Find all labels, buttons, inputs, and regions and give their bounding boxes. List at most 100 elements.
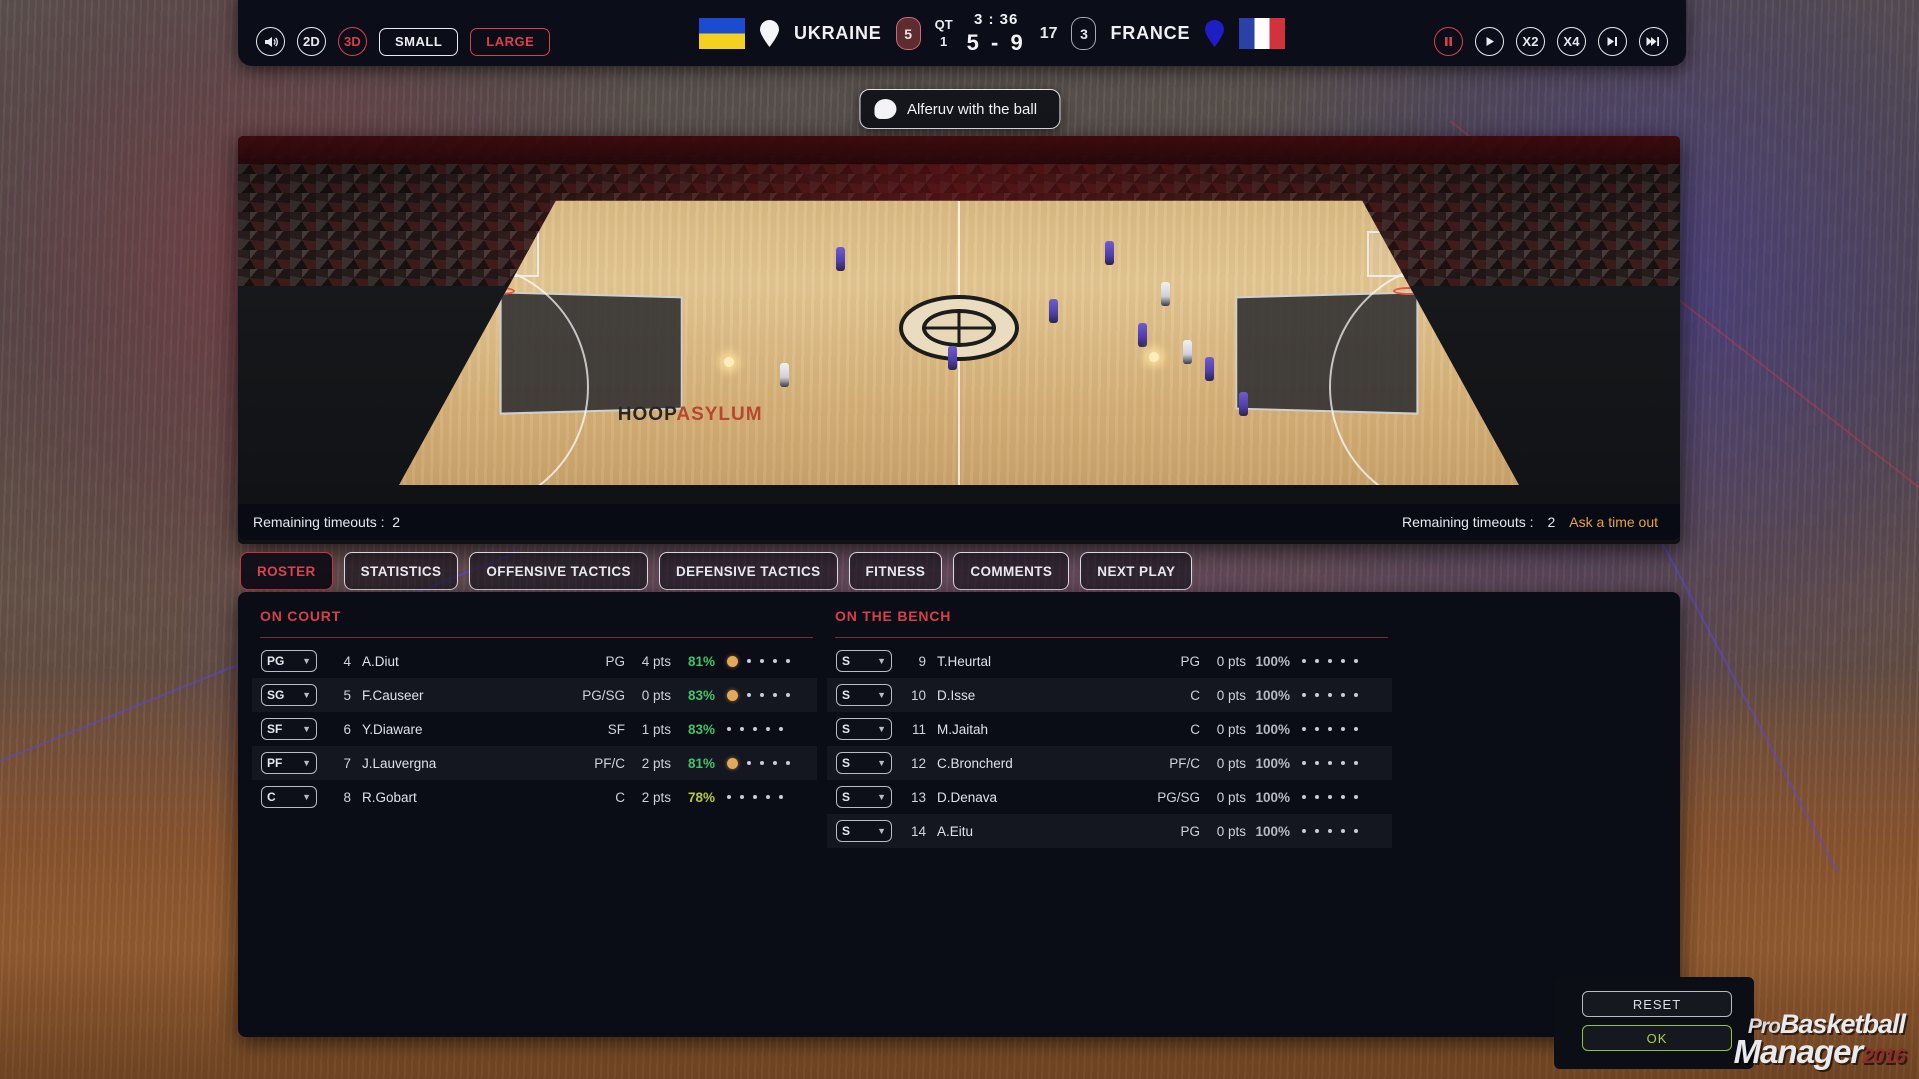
on-court-list: PG ▼ 4 A.Diut PG 4 pts 81% SG ▼ 5 F.Causeer PG/SG 0 … <box>252 644 817 814</box>
away-timeouts-value: 2 <box>1548 514 1556 530</box>
speed-x2-button[interactable]: X2 <box>1516 27 1545 56</box>
foul-dot <box>1354 659 1358 663</box>
tab-offensive-tactics[interactable]: OFFENSIVE TACTICS <box>469 552 648 590</box>
roster-row[interactable]: S ▼ 13 D.Denava PG/SG 0 pts 100% <box>827 780 1392 814</box>
player-name: Y.Diaware <box>362 722 573 737</box>
position-select-value: SG <box>267 688 284 702</box>
foul-dot <box>766 727 770 731</box>
player-position: PG/SG <box>573 688 625 703</box>
floor-text-black: HOOP <box>618 404 677 425</box>
ask-timeout-button[interactable]: Ask a time out <box>1569 514 1658 530</box>
foul-dot <box>1341 727 1345 731</box>
player-fitness: 81% <box>671 654 715 669</box>
position-select[interactable]: S ▼ <box>836 786 892 808</box>
chevron-down-icon: ▼ <box>877 758 886 768</box>
roster-row[interactable]: SF ▼ 6 Y.Diaware SF 1 pts 83% <box>252 712 817 746</box>
roster-row[interactable]: SG ▼ 5 F.Causeer PG/SG 0 pts 83% <box>252 678 817 712</box>
tab-next-play[interactable]: NEXT PLAY <box>1080 552 1192 590</box>
size-small-button[interactable]: SMALL <box>379 28 458 56</box>
tab-defensive-tactics[interactable]: DEFENSIVE TACTICS <box>659 552 838 590</box>
next-action-button[interactable] <box>1598 27 1627 56</box>
player-position: C <box>1148 688 1200 703</box>
player-position: SF <box>573 722 625 737</box>
roster-row[interactable]: S ▼ 10 D.Isse C 0 pts 100% <box>827 678 1392 712</box>
away-team-name: FRANCE <box>1110 23 1190 44</box>
tab-comments[interactable]: COMMENTS <box>953 552 1069 590</box>
tab-fitness[interactable]: FITNESS <box>849 552 943 590</box>
player-marker <box>1205 357 1214 381</box>
foul-dot <box>753 727 757 731</box>
foul-dot <box>1354 727 1358 731</box>
foul-indicators <box>1302 727 1386 731</box>
foul-indicators <box>727 758 811 769</box>
player-points: 0 pts <box>1200 722 1246 737</box>
foul-dot <box>1341 693 1345 697</box>
position-select[interactable]: PF ▼ <box>261 752 317 774</box>
position-select[interactable]: S ▼ <box>836 718 892 740</box>
player-name: A.Diut <box>362 654 573 669</box>
ok-button[interactable]: OK <box>1582 1025 1732 1051</box>
tab-roster[interactable]: ROSTER <box>240 552 333 590</box>
reset-button[interactable]: RESET <box>1582 991 1732 1017</box>
foul-dot <box>747 761 751 765</box>
floor-sponsor-text: HOOPASYLUM <box>618 404 763 426</box>
player-fitness: 100% <box>1246 824 1290 839</box>
foul-dot <box>760 761 764 765</box>
player-number: 9 <box>900 654 926 669</box>
foul-dot <box>740 727 744 731</box>
foul-dot <box>740 795 744 799</box>
position-select[interactable]: S ▼ <box>836 820 892 842</box>
speed-x4-button[interactable]: X4 <box>1557 27 1586 56</box>
position-select[interactable]: C ▼ <box>261 786 317 808</box>
player-fitness: 100% <box>1246 654 1290 669</box>
roster-row[interactable]: PF ▼ 7 J.Lauvergna PF/C 2 pts 81% <box>252 746 817 780</box>
roster-row[interactable]: S ▼ 14 A.Eitu PG 0 pts 100% <box>827 814 1392 848</box>
position-select[interactable]: S ▼ <box>836 650 892 672</box>
tab-statistics[interactable]: STATISTICS <box>344 552 459 590</box>
position-select[interactable]: SF ▼ <box>261 718 317 740</box>
roster-row[interactable]: S ▼ 11 M.Jaitah C 0 pts 100% <box>827 712 1392 746</box>
view-3d-button[interactable]: 3D <box>338 27 367 56</box>
foul-dot <box>779 795 783 799</box>
skip-forward-button[interactable] <box>1639 27 1668 56</box>
foul-dot <box>786 761 790 765</box>
court-3d-view[interactable]: HOOPASYLUM <box>238 136 1680 544</box>
position-select-value: SF <box>267 722 282 736</box>
size-large-button[interactable]: LARGE <box>470 28 550 56</box>
player-number: 13 <box>900 790 926 805</box>
possession-text: Alferuv with the ball <box>907 101 1037 118</box>
play-button[interactable] <box>1475 27 1504 56</box>
ball-highlight <box>1149 352 1159 362</box>
quarter-label: QT <box>935 17 953 33</box>
player-name: A.Eitu <box>937 824 1148 839</box>
position-select[interactable]: PG ▼ <box>261 650 317 672</box>
on-bench-list: S ▼ 9 T.Heurtal PG 0 pts 100% S ▼ 10 D.Isse C 0 pts 1… <box>827 644 1392 848</box>
foul-indicators <box>1302 829 1386 833</box>
position-select[interactable]: S ▼ <box>836 684 892 706</box>
player-position: PG <box>1148 824 1200 839</box>
clock-and-score: 3 : 36 5 - 9 <box>967 11 1026 56</box>
pause-button[interactable] <box>1434 27 1463 56</box>
foul-indicators <box>727 656 811 667</box>
roster-row[interactable]: S ▼ 12 C.Broncherd PF/C 0 pts 100% <box>827 746 1392 780</box>
sound-icon[interactable] <box>256 27 285 56</box>
roster-row[interactable]: C ▼ 8 R.Gobart C 2 pts 78% <box>252 780 817 814</box>
score-display: 5 - 9 <box>967 30 1026 56</box>
position-select[interactable]: S ▼ <box>836 752 892 774</box>
foul-dot <box>1354 829 1358 833</box>
chevron-down-icon: ▼ <box>877 724 886 734</box>
foul-dot <box>727 727 731 731</box>
home-timeouts-label: Remaining timeouts : <box>253 514 385 530</box>
roster-row[interactable]: S ▼ 9 T.Heurtal PG 0 pts 100% <box>827 644 1392 678</box>
player-fitness: 100% <box>1246 790 1290 805</box>
foul-dot <box>1328 693 1332 697</box>
roster-row[interactable]: PG ▼ 4 A.Diut PG 4 pts 81% <box>252 644 817 678</box>
player-marker <box>1138 323 1147 347</box>
view-2d-button[interactable]: 2D <box>297 27 326 56</box>
foul-dot <box>747 659 751 663</box>
foul-dot <box>786 693 790 697</box>
foul-dot <box>1354 693 1358 697</box>
home-timeouts: Remaining timeouts : 2 <box>253 514 400 530</box>
player-points: 0 pts <box>1200 790 1246 805</box>
position-select[interactable]: SG ▼ <box>261 684 317 706</box>
